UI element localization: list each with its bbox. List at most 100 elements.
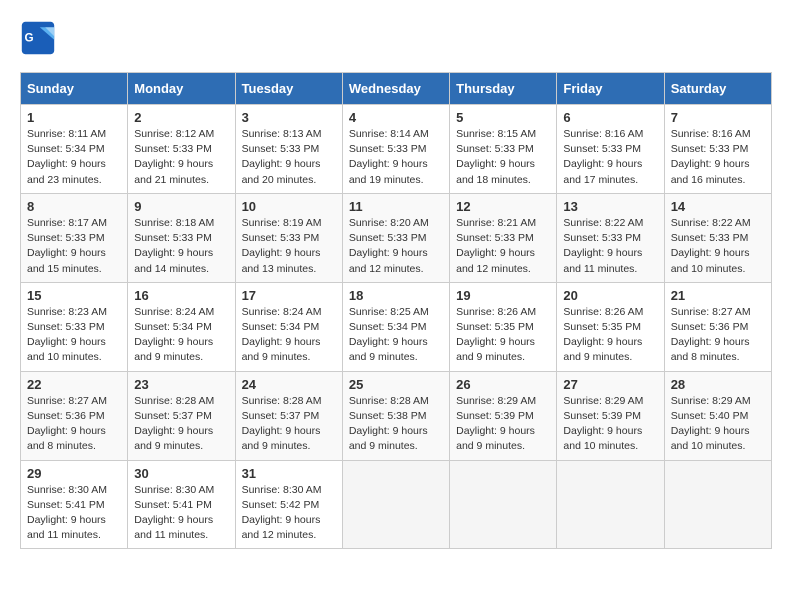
day-number: 21 [671,288,765,303]
sunset-label: Sunset: 5:34 PM [349,321,427,333]
day-number: 11 [349,199,443,214]
calendar-week-row: 29 Sunrise: 8:30 AM Sunset: 5:41 PM Dayl… [21,460,772,549]
sunset-label: Sunset: 5:33 PM [563,143,641,155]
day-number: 29 [27,466,121,481]
col-thursday: Thursday [450,73,557,105]
sunrise-label: Sunrise: 8:16 AM [671,128,751,140]
day-info: Sunrise: 8:24 AM Sunset: 5:34 PM Dayligh… [242,305,336,366]
day-number: 1 [27,110,121,125]
sunrise-label: Sunrise: 8:28 AM [134,395,214,407]
day-number: 3 [242,110,336,125]
day-info: Sunrise: 8:30 AM Sunset: 5:42 PM Dayligh… [242,483,336,544]
sunset-label: Sunset: 5:39 PM [563,410,641,422]
day-number: 20 [563,288,657,303]
day-info: Sunrise: 8:16 AM Sunset: 5:33 PM Dayligh… [563,127,657,188]
day-info: Sunrise: 8:28 AM Sunset: 5:38 PM Dayligh… [349,394,443,455]
sunset-label: Sunset: 5:33 PM [349,232,427,244]
day-number: 26 [456,377,550,392]
day-info: Sunrise: 8:22 AM Sunset: 5:33 PM Dayligh… [563,216,657,277]
table-row: 7 Sunrise: 8:16 AM Sunset: 5:33 PM Dayli… [664,105,771,194]
daylight-label: Daylight: 9 hours and 10 minutes. [671,247,750,274]
day-number: 27 [563,377,657,392]
sunset-label: Sunset: 5:38 PM [349,410,427,422]
day-info: Sunrise: 8:28 AM Sunset: 5:37 PM Dayligh… [242,394,336,455]
col-saturday: Saturday [664,73,771,105]
day-number: 4 [349,110,443,125]
table-row: 24 Sunrise: 8:28 AM Sunset: 5:37 PM Dayl… [235,371,342,460]
sunset-label: Sunset: 5:33 PM [671,232,749,244]
daylight-label: Daylight: 9 hours and 12 minutes. [349,247,428,274]
sunrise-label: Sunrise: 8:28 AM [242,395,322,407]
table-row: 16 Sunrise: 8:24 AM Sunset: 5:34 PM Dayl… [128,282,235,371]
day-info: Sunrise: 8:30 AM Sunset: 5:41 PM Dayligh… [134,483,228,544]
sunset-label: Sunset: 5:33 PM [134,143,212,155]
daylight-label: Daylight: 9 hours and 9 minutes. [456,336,535,363]
day-info: Sunrise: 8:11 AM Sunset: 5:34 PM Dayligh… [27,127,121,188]
day-number: 25 [349,377,443,392]
sunset-label: Sunset: 5:41 PM [27,499,105,511]
col-monday: Monday [128,73,235,105]
daylight-label: Daylight: 9 hours and 11 minutes. [563,247,642,274]
day-number: 22 [27,377,121,392]
table-row: 14 Sunrise: 8:22 AM Sunset: 5:33 PM Dayl… [664,193,771,282]
table-row: 19 Sunrise: 8:26 AM Sunset: 5:35 PM Dayl… [450,282,557,371]
sunrise-label: Sunrise: 8:24 AM [242,306,322,318]
table-row [342,460,449,549]
calendar-week-row: 1 Sunrise: 8:11 AM Sunset: 5:34 PM Dayli… [21,105,772,194]
daylight-label: Daylight: 9 hours and 20 minutes. [242,158,321,185]
day-number: 28 [671,377,765,392]
day-number: 9 [134,199,228,214]
table-row: 18 Sunrise: 8:25 AM Sunset: 5:34 PM Dayl… [342,282,449,371]
daylight-label: Daylight: 9 hours and 9 minutes. [242,336,321,363]
daylight-label: Daylight: 9 hours and 8 minutes. [671,336,750,363]
sunset-label: Sunset: 5:33 PM [242,232,320,244]
daylight-label: Daylight: 9 hours and 18 minutes. [456,158,535,185]
col-wednesday: Wednesday [342,73,449,105]
day-info: Sunrise: 8:23 AM Sunset: 5:33 PM Dayligh… [27,305,121,366]
daylight-label: Daylight: 9 hours and 17 minutes. [563,158,642,185]
daylight-label: Daylight: 9 hours and 9 minutes. [563,336,642,363]
daylight-label: Daylight: 9 hours and 9 minutes. [134,425,213,452]
table-row: 6 Sunrise: 8:16 AM Sunset: 5:33 PM Dayli… [557,105,664,194]
table-row: 21 Sunrise: 8:27 AM Sunset: 5:36 PM Dayl… [664,282,771,371]
sunset-label: Sunset: 5:36 PM [27,410,105,422]
svg-text:G: G [25,32,34,45]
sunrise-label: Sunrise: 8:20 AM [349,217,429,229]
sunrise-label: Sunrise: 8:30 AM [27,484,107,496]
sunrise-label: Sunrise: 8:26 AM [456,306,536,318]
sunrise-label: Sunrise: 8:19 AM [242,217,322,229]
day-info: Sunrise: 8:29 AM Sunset: 5:40 PM Dayligh… [671,394,765,455]
daylight-label: Daylight: 9 hours and 15 minutes. [27,247,106,274]
table-row: 31 Sunrise: 8:30 AM Sunset: 5:42 PM Dayl… [235,460,342,549]
day-info: Sunrise: 8:26 AM Sunset: 5:35 PM Dayligh… [456,305,550,366]
day-number: 30 [134,466,228,481]
sunrise-label: Sunrise: 8:30 AM [134,484,214,496]
table-row: 22 Sunrise: 8:27 AM Sunset: 5:36 PM Dayl… [21,371,128,460]
table-row: 11 Sunrise: 8:20 AM Sunset: 5:33 PM Dayl… [342,193,449,282]
daylight-label: Daylight: 9 hours and 23 minutes. [27,158,106,185]
sunrise-label: Sunrise: 8:26 AM [563,306,643,318]
table-row: 27 Sunrise: 8:29 AM Sunset: 5:39 PM Dayl… [557,371,664,460]
sunrise-label: Sunrise: 8:15 AM [456,128,536,140]
col-sunday: Sunday [21,73,128,105]
day-number: 8 [27,199,121,214]
sunset-label: Sunset: 5:34 PM [134,321,212,333]
sunset-label: Sunset: 5:33 PM [242,143,320,155]
calendar-table: Sunday Monday Tuesday Wednesday Thursday… [20,72,772,549]
table-row: 30 Sunrise: 8:30 AM Sunset: 5:41 PM Dayl… [128,460,235,549]
day-info: Sunrise: 8:30 AM Sunset: 5:41 PM Dayligh… [27,483,121,544]
table-row: 3 Sunrise: 8:13 AM Sunset: 5:33 PM Dayli… [235,105,342,194]
table-row [664,460,771,549]
sunrise-label: Sunrise: 8:28 AM [349,395,429,407]
day-info: Sunrise: 8:19 AM Sunset: 5:33 PM Dayligh… [242,216,336,277]
table-row: 9 Sunrise: 8:18 AM Sunset: 5:33 PM Dayli… [128,193,235,282]
sunrise-label: Sunrise: 8:21 AM [456,217,536,229]
daylight-label: Daylight: 9 hours and 10 minutes. [27,336,106,363]
day-info: Sunrise: 8:22 AM Sunset: 5:33 PM Dayligh… [671,216,765,277]
day-number: 19 [456,288,550,303]
day-number: 7 [671,110,765,125]
day-number: 15 [27,288,121,303]
daylight-label: Daylight: 9 hours and 9 minutes. [349,425,428,452]
sunset-label: Sunset: 5:39 PM [456,410,534,422]
day-info: Sunrise: 8:28 AM Sunset: 5:37 PM Dayligh… [134,394,228,455]
